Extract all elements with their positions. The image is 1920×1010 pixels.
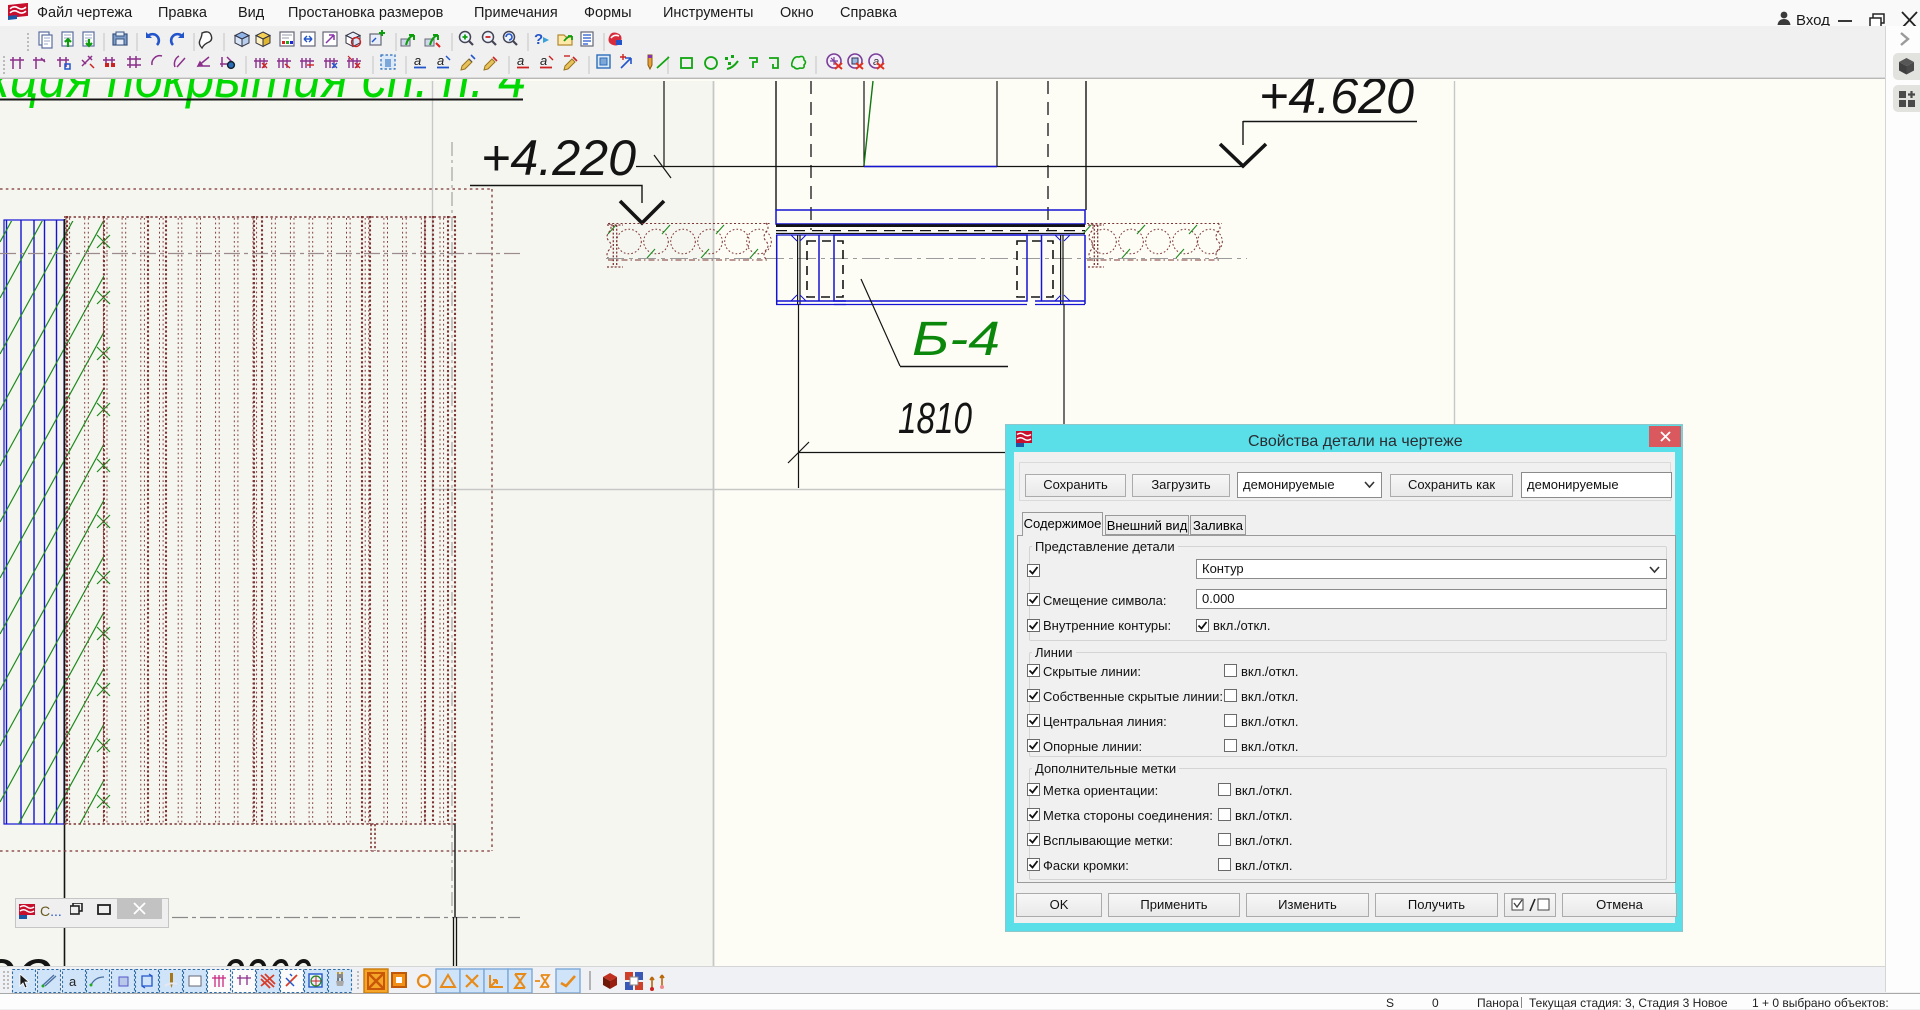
- svg-text:кция покрытия сп. п. 4: кция покрытия сп. п. 4: [0, 79, 526, 109]
- svg-text:a: a: [414, 53, 421, 68]
- svg-text:a: a: [69, 974, 77, 989]
- svg-text:1810: 1810: [898, 394, 972, 443]
- svg-text:00: 00: [0, 947, 52, 966]
- svg-text:3200: 3200: [222, 947, 312, 966]
- svg-text:a: a: [517, 53, 524, 68]
- svg-text:+4.620: +4.620: [1259, 79, 1414, 124]
- svg-text:Б-4: Б-4: [912, 313, 1000, 366]
- svg-text:+4.220: +4.220: [481, 130, 636, 186]
- svg-text:a: a: [437, 53, 444, 68]
- svg-text:?: ?: [534, 31, 543, 48]
- svg-text:a: a: [873, 56, 879, 68]
- svg-text:a: a: [540, 53, 547, 68]
